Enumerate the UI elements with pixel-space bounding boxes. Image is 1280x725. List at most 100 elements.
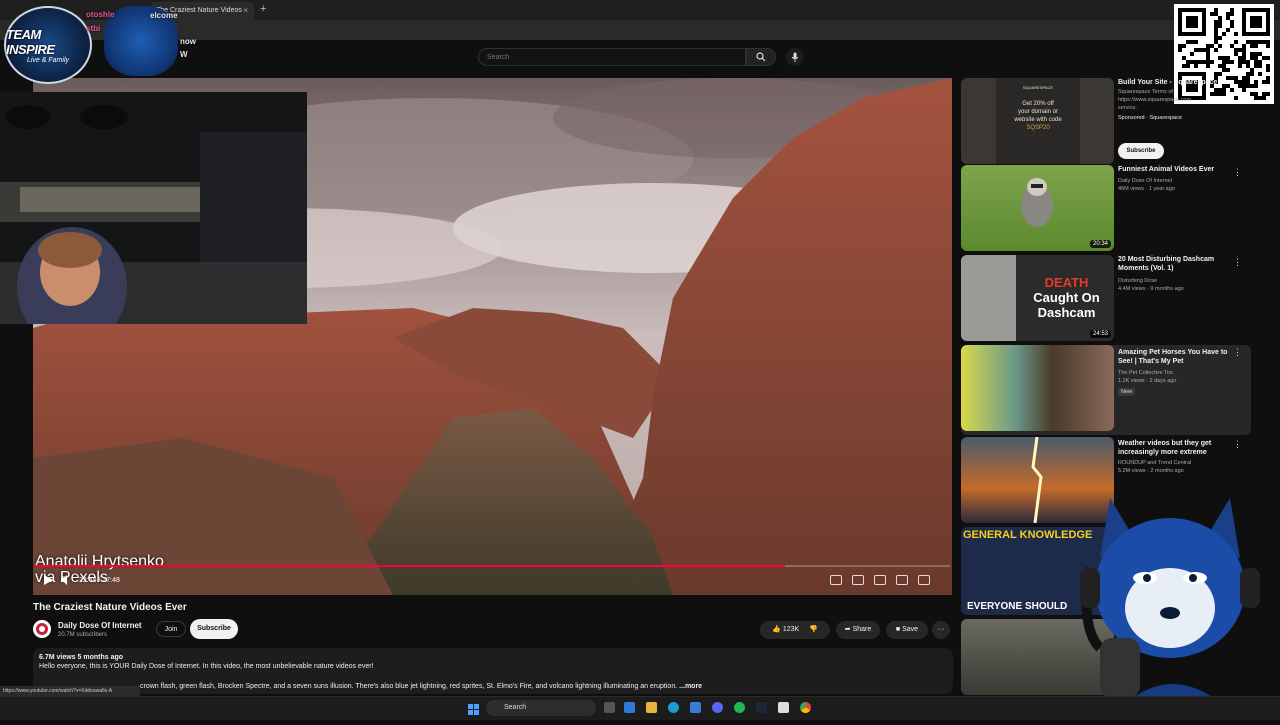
team-inspire-logo: TEAM INSPIRE Live & Family [4, 6, 92, 84]
more-options-icon[interactable]: ⋮ [1233, 167, 1242, 178]
ad-text: your domain or [1017, 109, 1059, 115]
more-options-icon[interactable]: ⋮ [1233, 257, 1242, 268]
share-button[interactable]: ➦ Share [836, 621, 880, 639]
streamer-webcam [0, 92, 307, 324]
video-duration: 20:34 [1089, 240, 1111, 248]
like-button[interactable]: 👍 123K [772, 626, 799, 633]
chat-line: W [180, 50, 188, 59]
spotify-icon[interactable] [734, 702, 745, 713]
video-channel[interactable]: ROUNDUP and Trend Central [1118, 459, 1191, 467]
discord-icon[interactable] [712, 702, 723, 713]
video-thumbnail[interactable] [961, 345, 1114, 431]
video-channel[interactable]: The Pet Collective Too [1118, 369, 1173, 377]
browser-icon[interactable] [668, 702, 679, 713]
video-title[interactable]: Funniest Animal Videos Ever [1118, 165, 1238, 174]
video-thumbnail[interactable]: DEATH Caught On Dashcam 24:53 [961, 255, 1114, 341]
store-icon[interactable] [690, 702, 701, 713]
video-title[interactable]: 20 Most Disturbing Dashcam Moments (Vol.… [1118, 255, 1238, 273]
more-options-icon[interactable]: ⋮ [1233, 347, 1242, 358]
chat-line: elcome [150, 11, 178, 20]
task-view-icon[interactable] [604, 702, 615, 713]
video-duration: 24:53 [1089, 330, 1111, 338]
video-meta: 1.2K views · 2 days ago [1118, 378, 1177, 384]
dislike-icon[interactable]: 👎 [809, 626, 818, 633]
windows-start-icon[interactable] [468, 702, 479, 715]
sidebar-ad[interactable]: SQUARESPACE Get 20% off your domain or w… [961, 78, 1251, 164]
taskbar-search[interactable]: Search [486, 700, 596, 716]
sidebar-video[interactable]: 20:34 Funniest Animal Videos Ever Daily … [961, 165, 1251, 251]
steam-icon[interactable] [756, 702, 767, 713]
video-progress-bar[interactable] [35, 565, 950, 567]
video-title[interactable]: Weather videos but they get increasingly… [1118, 439, 1238, 457]
more-actions-button[interactable]: ··· [932, 621, 950, 639]
link-status-url: https://www.youtube.com/watch?v=Xddeawaf… [0, 686, 140, 696]
subscribe-button[interactable]: Subscribe [190, 619, 238, 639]
thumbnail-text: DEATH [1044, 275, 1089, 290]
save-button[interactable]: ■ Save [886, 621, 928, 639]
settings-icon[interactable] [874, 575, 886, 585]
logo-text: TEAM INSPIRE [6, 26, 55, 57]
ad-meta: service. [1118, 105, 1137, 111]
channel-name[interactable]: Daily Dose Of Internet [58, 621, 142, 630]
edge-icon[interactable] [624, 702, 635, 713]
search-button[interactable] [746, 48, 776, 66]
video-title: The Craziest Nature Videos Ever [33, 602, 187, 613]
ad-meta: Squarespace Terms of [1118, 89, 1173, 95]
sidebar-video[interactable]: DEATH Caught On Dashcam 24:53 20 Most Di… [961, 255, 1251, 341]
thumbnail-photo [961, 255, 1016, 341]
description-text: Hello everyone, this is YOUR Daily Dose … [39, 663, 374, 670]
join-button[interactable]: Join [156, 621, 186, 637]
play-icon[interactable] [44, 575, 53, 585]
video-meta: 4.4M views · 9 months ago [1118, 286, 1184, 292]
video-title[interactable]: Amazing Pet Horses You Have to See! | Th… [1118, 348, 1238, 366]
chrome-icon[interactable] [800, 702, 811, 713]
like-dislike-group: 👍 123K 👎 [760, 621, 830, 639]
theater-mode-icon[interactable] [896, 575, 908, 585]
sidebar-video-hovered[interactable]: Amazing Pet Horses You Have to See! | Th… [961, 345, 1251, 435]
player-controls-left: 22:45 / 27:48 [44, 575, 120, 585]
captions-icon[interactable] [852, 575, 864, 585]
video-channel[interactable]: Daily Dose Of Internet [1118, 177, 1172, 185]
file-explorer-icon[interactable] [646, 702, 657, 713]
video-meta: 46M views · 1 year ago [1118, 186, 1175, 192]
search-input[interactable]: Search [478, 48, 746, 66]
progress-fill [35, 565, 786, 567]
ad-url: https://www.squarespace.com [1118, 97, 1192, 103]
close-icon[interactable]: × [243, 2, 248, 20]
more-options-icon[interactable]: ⋮ [1233, 439, 1242, 450]
volume-icon[interactable] [61, 575, 71, 585]
view-count-date: 6.7M views 5 months ago [39, 654, 124, 661]
ad-cta-button[interactable]: Subscribe [1118, 143, 1164, 159]
channel-subscribers: 20.7M subscribers [58, 632, 108, 638]
new-badge: New [1118, 388, 1136, 396]
wolf-mascot-overlay [1040, 478, 1280, 720]
autoplay-toggle[interactable] [830, 575, 842, 585]
new-tab-button[interactable]: + [260, 3, 266, 15]
description-text-2: crown flash, green flash, Brocken Spectr… [140, 683, 702, 690]
chat-line: now [180, 37, 196, 46]
ad-sponsored: Sponsored · Squarespace [1118, 115, 1182, 121]
chat-line: otoshle [86, 10, 115, 19]
video-thumbnail[interactable]: 20:34 [961, 165, 1114, 251]
video-time: 22:45 / 27:48 [79, 576, 120, 584]
thumbnail-text: Caught On [1033, 290, 1100, 305]
ad-text: website with code [1014, 117, 1062, 123]
show-more-link[interactable]: ...more [679, 683, 702, 690]
description-line-2: crown flash, green flash, Brocken Spectr… [140, 683, 678, 690]
fullscreen-icon[interactable] [918, 575, 930, 585]
save-label: Save [902, 626, 919, 633]
like-count: 123K [782, 626, 800, 633]
webcam-scene [0, 92, 307, 324]
ad-thumbnail[interactable]: SQUARESPACE Get 20% off your domain or w… [961, 78, 1114, 164]
ad-brand: SQUARESPACE [1022, 85, 1054, 90]
raccoon-image [1021, 178, 1053, 227]
logo-subtext: Live & Family [26, 56, 69, 64]
video-channel[interactable]: Disturbing Dose [1118, 277, 1157, 285]
ad-text: Get 20% off [1022, 101, 1054, 107]
ad-title[interactable]: Build Your Site - Squarespace [1118, 78, 1238, 87]
chat-line: stbi [86, 24, 101, 33]
channel-avatar[interactable] [33, 620, 51, 638]
voice-search-button[interactable] [786, 48, 804, 66]
notepad-icon[interactable] [778, 702, 789, 713]
thumbnail-text: Dashcam [1037, 305, 1096, 320]
